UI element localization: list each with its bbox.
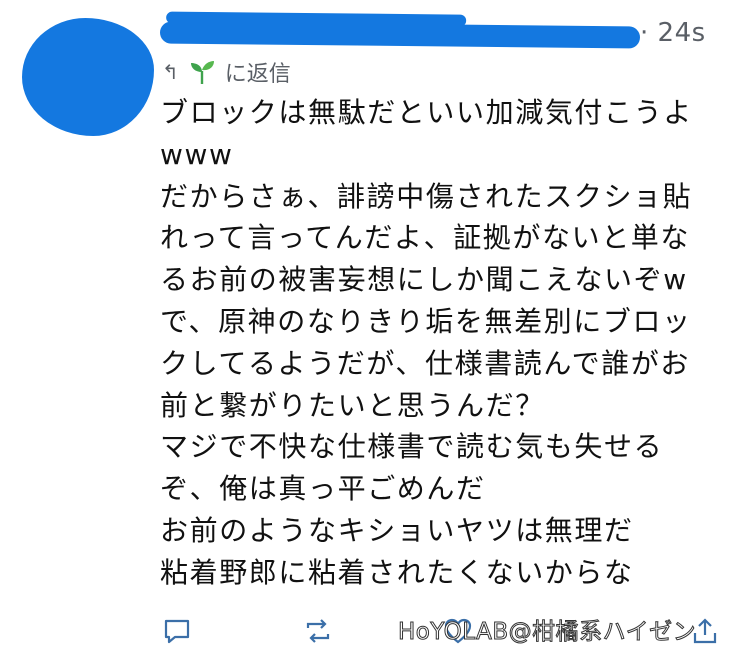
tweet-line: だからさぁ、誹謗中傷されたスクショ貼 bbox=[160, 179, 693, 213]
tweet-line: クしてるようだが、仕様書読んで誰がお bbox=[160, 346, 691, 380]
tweet-line: www bbox=[160, 137, 234, 171]
tweet-line: 粘着野郎に粘着されたくないからな bbox=[160, 555, 634, 589]
reply-arrow-icon: ↰ bbox=[162, 60, 179, 84]
avatar[interactable] bbox=[22, 18, 154, 136]
reply-label: に返信 bbox=[224, 62, 291, 87]
retweet-icon[interactable] bbox=[303, 616, 333, 646]
tweet-line: ブロックは無駄だといい加減気付こうよ bbox=[160, 96, 693, 129]
comment-icon[interactable] bbox=[162, 616, 192, 646]
author-handle-redacted[interactable] bbox=[159, 21, 641, 49]
tweet-line: お前のようなキショいヤツは無理だ bbox=[160, 513, 634, 547]
timestamp: · 24s bbox=[640, 18, 706, 48]
watermark: HoYOLAB@柑橘系ハイゼン bbox=[397, 619, 697, 646]
reply-to-row: ↰ に返信 bbox=[162, 56, 291, 88]
sprout-icon bbox=[190, 61, 214, 84]
tweet-line: るお前の被害妄想にしか聞こえないぞw bbox=[160, 263, 688, 297]
tweet-line: 前と繋がりたいと思うんだ？ bbox=[160, 388, 545, 422]
tweet-body: ブロックは無駄だといい加減気付こうよ www だからさぁ、誹謗中傷されたスクショ… bbox=[160, 92, 720, 594]
tweet-line: ぞ、俺は真っ平ごめんだ bbox=[160, 472, 486, 506]
tweet-line: マジで不快な仕様書で読む気も失せる bbox=[160, 430, 664, 464]
tweet-line: で、原神のなりきり垢を無差別にブロッ bbox=[160, 304, 692, 338]
tweet-line: れって言ってんだよ、証拠がないと単な bbox=[160, 221, 691, 255]
